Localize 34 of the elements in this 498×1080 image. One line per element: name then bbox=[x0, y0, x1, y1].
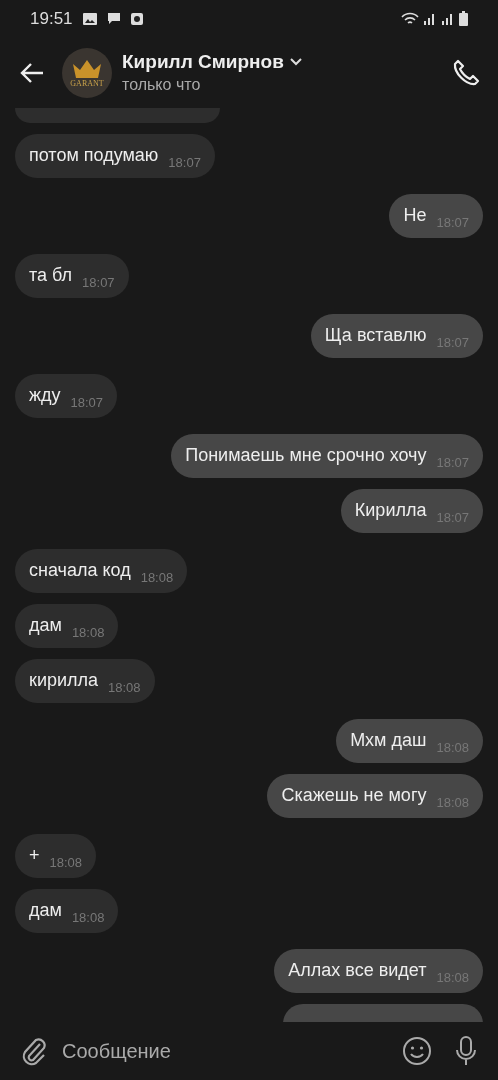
signal-icon bbox=[441, 12, 455, 25]
message-time: 18:08 bbox=[71, 625, 105, 641]
incoming-message: дам 18:08 bbox=[15, 888, 119, 933]
incoming-message: + 18:08 bbox=[15, 833, 97, 878]
status-time: 19:51 bbox=[30, 8, 73, 29]
message-time: 18:07 bbox=[70, 395, 104, 411]
incoming-message: сначала код 18:08 bbox=[15, 548, 188, 593]
signal-icon bbox=[423, 12, 437, 25]
app-icon bbox=[130, 12, 143, 25]
wifi-icon bbox=[401, 11, 419, 26]
message-time: 18:07 bbox=[168, 155, 201, 171]
message-time: 18:08 bbox=[108, 680, 141, 696]
chevron-down-icon[interactable] bbox=[289, 58, 302, 67]
incoming-message: та бл 18:07 bbox=[15, 253, 129, 298]
avatar-text: GARANT bbox=[70, 79, 104, 88]
image-icon bbox=[82, 12, 97, 25]
incoming-message: кирилла 18:08 bbox=[15, 658, 155, 703]
message-time: 18:08 bbox=[71, 910, 105, 926]
microphone-icon[interactable] bbox=[454, 1036, 478, 1067]
phone-icon[interactable] bbox=[452, 58, 480, 87]
emoji-icon[interactable] bbox=[402, 1036, 432, 1067]
last-seen-status: только что bbox=[122, 76, 202, 95]
incoming-message: потом подумаю 18:07 bbox=[15, 133, 215, 178]
message-time: 18:07 bbox=[82, 275, 115, 291]
battery-icon bbox=[459, 11, 468, 27]
message-time: 18:08 bbox=[49, 855, 83, 871]
message-time: 18:08 bbox=[140, 570, 174, 586]
chat-icon bbox=[106, 12, 121, 26]
incoming-message: жду 18:07 bbox=[15, 373, 118, 418]
attach-icon[interactable] bbox=[20, 1036, 48, 1067]
message-field[interactable]: Сообщение bbox=[62, 1036, 388, 1067]
contact-name[interactable]: Кирилл Смирнов bbox=[122, 51, 284, 74]
incoming-message: дам 18:08 bbox=[15, 603, 119, 648]
back-icon[interactable] bbox=[20, 62, 44, 83]
